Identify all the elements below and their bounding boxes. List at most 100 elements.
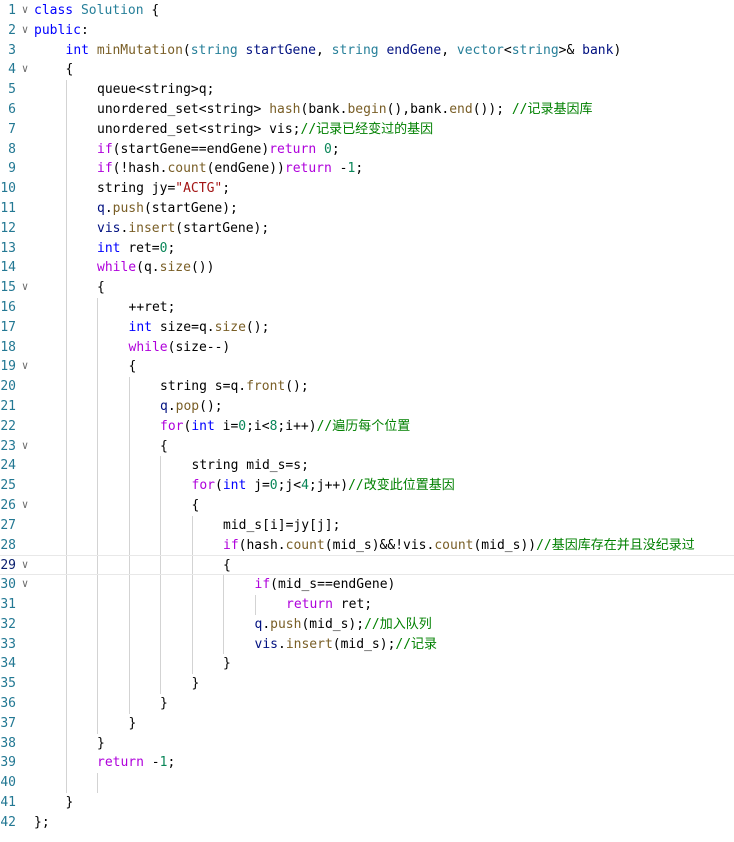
line-number: 26: [0, 498, 16, 513]
line-number: 42: [0, 814, 16, 830]
code-text: if(hash.count(mid_s)&&!vis.count(mid_s))…: [223, 537, 695, 553]
code-line[interactable]: 1 ∨ class Solution {: [0, 1, 734, 21]
code-line[interactable]: 33 vis.insert(mid_s);//记录: [0, 635, 734, 655]
code-text: if(mid_s==endGene): [254, 577, 396, 593]
code-line[interactable]: 38}: [0, 734, 734, 754]
code-text: vis.insert(mid_s);//记录: [254, 636, 438, 652]
fold-chevron-icon[interactable]: ∨: [19, 439, 31, 453]
line-number: 29: [0, 558, 16, 574]
line-number: 2: [8, 22, 16, 38]
code-line[interactable]: 25 for(int j=0;j<4;j++)//改变此位置基因: [0, 476, 734, 496]
fold-chevron-icon[interactable]: ∨: [19, 577, 31, 591]
code-text: vis.insert(startGene);: [97, 220, 270, 236]
code-line[interactable]: 26 ∨ {: [0, 496, 734, 516]
code-line[interactable]: 19 ∨ {: [0, 357, 734, 377]
line-number: 5: [8, 82, 16, 98]
code-line[interactable]: 35}: [0, 674, 734, 694]
fold-chevron-icon[interactable]: ∨: [19, 280, 31, 294]
code-line[interactable]: 12 vis.insert(startGene);: [0, 219, 734, 239]
code-line[interactable]: 11 q.push(startGene);: [0, 199, 734, 219]
code-line[interactable]: 39 return -1;: [0, 753, 734, 773]
line-number: 28: [0, 537, 16, 553]
line-number: 41: [0, 795, 16, 810]
code-line[interactable]: 9 if(!hash.count(endGene))return -1;: [0, 159, 734, 179]
code-line[interactable]: 15 ∨ {: [0, 278, 734, 298]
code-line[interactable]: 7 unordered_set<string> vis;//记录已经变过的基因: [0, 120, 734, 140]
line-number: 36: [0, 696, 16, 711]
code-line[interactable]: 20 string s=q.front();: [0, 377, 734, 397]
line-number: 9: [8, 161, 16, 177]
code-line[interactable]: 32 q.push(mid_s);//加入队列: [0, 615, 734, 635]
code-text: if(!hash.count(endGene))return -1;: [97, 161, 364, 177]
code-line[interactable]: 41}: [0, 793, 734, 813]
code-text: q.pop();: [160, 399, 223, 414]
line-number: 8: [8, 141, 16, 157]
line-number: 27: [0, 517, 16, 533]
code-line[interactable]: 24 string mid_s=s;: [0, 456, 734, 476]
fold-chevron-icon[interactable]: ∨: [19, 62, 31, 76]
code-line[interactable]: 31 return ret;: [0, 595, 734, 615]
code-text: unordered_set<string> vis;//记录已经变过的基因: [97, 121, 434, 137]
code-line[interactable]: 34}: [0, 654, 734, 674]
line-number: 6: [8, 102, 16, 117]
line-number: 17: [0, 319, 16, 335]
code-text: }: [160, 696, 168, 711]
fold-chevron-icon[interactable]: ∨: [19, 359, 31, 373]
code-line[interactable]: 4 ∨ {: [0, 60, 734, 80]
code-text: {: [128, 359, 137, 375]
code-line[interactable]: 28 if(hash.count(mid_s)&&!vis.count(mid_s…: [0, 536, 734, 556]
code-text: }: [128, 715, 137, 731]
fold-chevron-icon[interactable]: ∨: [19, 558, 31, 572]
code-text: public:: [34, 22, 89, 38]
line-number: 12: [0, 220, 16, 236]
code-line[interactable]: 30 ∨ if(mid_s==endGene): [0, 575, 734, 595]
code-text: {: [65, 62, 74, 78]
line-number: 21: [0, 399, 16, 414]
code-line[interactable]: 13 int ret=0;: [0, 239, 734, 259]
line-number: 11: [0, 201, 16, 216]
code-line[interactable]: 23 ∨ {: [0, 437, 734, 457]
code-text: }: [65, 795, 74, 810]
code-text: {: [97, 280, 105, 296]
line-number: 16: [0, 300, 16, 315]
code-line[interactable]: 37}: [0, 714, 734, 734]
code-text: int minMutation(string startGene, string…: [65, 42, 622, 58]
line-number: 40: [0, 775, 16, 791]
fold-chevron-icon[interactable]: ∨: [19, 498, 31, 512]
line-number: 33: [0, 636, 16, 652]
code-text: q.push(startGene);: [97, 201, 238, 216]
code-text: int ret=0;: [97, 240, 176, 256]
code-line[interactable]: 8 if(startGene==endGene)return 0;: [0, 140, 734, 160]
line-number: 3: [8, 42, 16, 58]
fold-chevron-icon[interactable]: ∨: [19, 23, 31, 37]
code-text: return -1;: [97, 755, 176, 771]
code-line[interactable]: 40: [0, 773, 734, 793]
code-line[interactable]: 3 int minMutation(string startGene, strin…: [0, 41, 734, 61]
code-line[interactable]: 42};: [0, 813, 734, 833]
line-number: 39: [0, 755, 16, 771]
code-line[interactable]: 27 mid_s[i]=jy[j];: [0, 516, 734, 536]
code-line[interactable]: 14 while(q.size()): [0, 258, 734, 278]
code-text: {: [223, 558, 231, 574]
code-line[interactable]: 2 ∨ public:: [0, 21, 734, 41]
code-line[interactable]: 17 int size=q.size();: [0, 318, 734, 338]
code-line[interactable]: 29 ∨ {: [0, 555, 734, 576]
code-line[interactable]: 22 for(int i=0;i<8;i++)//遍历每个位置: [0, 417, 734, 437]
code-line[interactable]: 5 queue<string>q;: [0, 80, 734, 100]
line-number: 20: [0, 379, 16, 395]
line-number: 23: [0, 438, 16, 454]
code-text: }: [97, 735, 105, 751]
code-line[interactable]: 10 string jy="ACTG";: [0, 179, 734, 199]
code-line[interactable]: 18 while(size--): [0, 338, 734, 358]
code-line[interactable]: 21 q.pop();: [0, 397, 734, 417]
line-number: 10: [0, 181, 16, 197]
line-number: 35: [0, 676, 16, 692]
code-line[interactable]: 16 ++ret;: [0, 298, 734, 318]
code-line[interactable]: 6 unordered_set<string> hash(bank.begin()…: [0, 100, 734, 120]
code-text: for(int j=0;j<4;j++)//改变此位置基因: [191, 478, 455, 494]
code-editor[interactable]: 1 ∨ class Solution {2 ∨ public: 3 int minMutat…: [0, 0, 734, 842]
code-line[interactable]: 36}: [0, 694, 734, 714]
line-number: 32: [0, 616, 16, 632]
fold-chevron-icon[interactable]: ∨: [19, 3, 31, 17]
line-number: 25: [0, 478, 16, 494]
